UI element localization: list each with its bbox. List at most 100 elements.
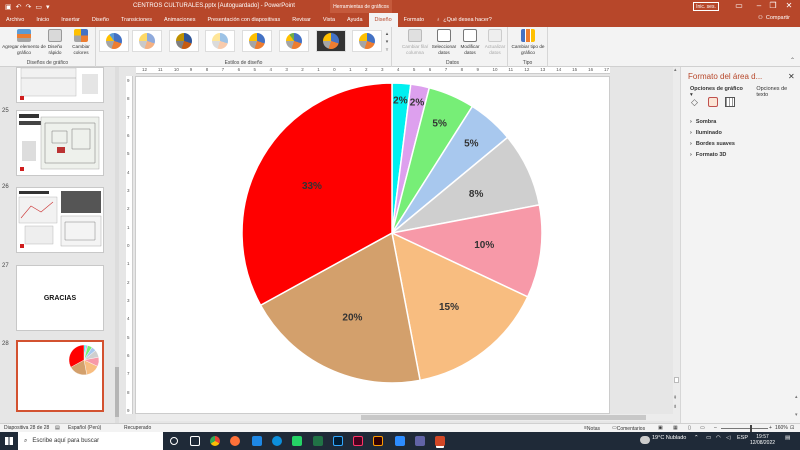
sign-in-button[interactable]: Inic. ses. [693, 2, 719, 11]
horizontal-scroll-thumb[interactable] [361, 415, 646, 420]
chrome-icon[interactable] [210, 436, 220, 446]
slide-thumbnail-25[interactable] [16, 110, 104, 176]
fit-slide-icon[interactable]: ⊡ [790, 425, 794, 431]
tab-revisar[interactable]: Revisar [286, 13, 317, 27]
vertical-scroll-thumb[interactable] [674, 377, 679, 383]
prev-slide-icon[interactable]: ⇞ [673, 395, 677, 401]
notes-button[interactable]: ≡ Notas [584, 425, 600, 432]
teams-icon[interactable] [415, 436, 425, 446]
photoshop-icon[interactable] [333, 436, 343, 446]
task-switcher-icon[interactable] [190, 436, 200, 446]
tab-chart-diseno[interactable]: Diseño [368, 13, 398, 27]
pie-slices[interactable] [241, 82, 543, 384]
tab-transiciones[interactable]: Transiciones [115, 13, 158, 27]
chart-style-5[interactable] [242, 30, 272, 52]
tray-chevron-icon[interactable]: ⌃ [694, 435, 699, 441]
tab-inicio[interactable]: Inicio [30, 13, 55, 27]
tab-chart-formato[interactable]: Formato [398, 13, 430, 27]
vertical-scrollbar[interactable]: ▴ ⇞ ⇟ [673, 67, 680, 423]
tab-archivo[interactable]: Archivo [0, 13, 30, 27]
indesign-icon[interactable] [353, 436, 363, 446]
zoom-in-icon[interactable]: + [769, 425, 772, 431]
volume-icon[interactable]: ◁ [726, 435, 730, 441]
illustrator-icon[interactable] [373, 436, 383, 446]
redo-icon[interactable]: ↷ [26, 3, 32, 11]
whatsapp-icon[interactable] [292, 436, 302, 446]
section-shadow[interactable]: › Sombra [690, 116, 735, 127]
app-icon-blue[interactable] [252, 436, 262, 446]
slideshow-icon[interactable]: ▭ [700, 425, 705, 431]
windows-start-icon[interactable] [5, 437, 13, 445]
tab-vista[interactable]: Vista [317, 13, 341, 27]
quick-layout-button[interactable]: Diseño rápido [44, 29, 66, 55]
normal-view-icon[interactable]: ▣ [658, 425, 663, 431]
language-indicator[interactable]: Español (Perú) [68, 425, 101, 431]
edge-icon[interactable] [272, 436, 282, 446]
add-chart-element-button[interactable]: Agregar elemento de gráfico [2, 29, 46, 55]
zoom-slider[interactable] [721, 428, 768, 429]
taskbar-search[interactable]: ⌕ Escribe aquí para buscar [18, 432, 163, 450]
zoom-level[interactable]: 160% [775, 425, 788, 431]
chart-style-7[interactable] [316, 30, 346, 52]
chart-style-2[interactable] [132, 30, 162, 52]
horizontal-scrollbar[interactable] [136, 414, 676, 421]
zoom-slider-knob[interactable] [750, 425, 752, 432]
chart-style-3[interactable] [169, 30, 199, 52]
firefox-icon[interactable] [230, 436, 240, 446]
share-button[interactable]: ⚇ Compartir [758, 15, 790, 21]
tab-presentacion[interactable]: Presentación con diapositivas [201, 13, 286, 27]
slide-thumbnail-27[interactable]: GRACIAS [16, 265, 104, 331]
pane-close-icon[interactable]: ✕ [788, 72, 795, 81]
thumbnail-scroll-thumb[interactable] [115, 367, 119, 417]
edit-data-button[interactable]: Modificar datos [457, 29, 483, 55]
fill-line-icon[interactable]: ◇ [691, 97, 701, 107]
spellcheck-icon[interactable]: ▤ [55, 425, 60, 431]
tab-text-options[interactable]: Opciones de texto [756, 86, 800, 98]
chart-style-4[interactable] [205, 30, 235, 52]
refresh-data-button[interactable]: Actualizar datos [482, 29, 508, 55]
scroll-up-icon[interactable]: ▴ [674, 67, 677, 73]
pane-scroll-down-icon[interactable]: ▾ [795, 412, 798, 418]
chart-style-1[interactable] [99, 30, 129, 52]
zoom-app-icon[interactable] [395, 436, 405, 446]
slide-thumbnail-28[interactable] [16, 340, 104, 412]
customize-qat-icon[interactable]: ▾ [46, 3, 50, 11]
tab-diseno[interactable]: Diseño [86, 13, 115, 27]
notifications-icon[interactable]: ▤ [785, 435, 790, 441]
weather-status[interactable]: 19°C Nublado [652, 435, 686, 441]
slide-sorter-icon[interactable]: ▦ [673, 425, 678, 431]
save-icon[interactable]: ▣ [5, 3, 12, 11]
ribbon-display-icon[interactable]: ▭ [728, 1, 750, 10]
tab-insertar[interactable]: Insertar [55, 13, 86, 27]
effects-icon[interactable] [708, 97, 718, 107]
present-icon[interactable]: ▭ [35, 3, 42, 11]
collapse-ribbon-icon[interactable]: ⌃ [790, 57, 795, 64]
language-indicator-taskbar[interactable]: ESP [737, 435, 748, 441]
excel-icon[interactable] [313, 436, 323, 446]
undo-icon[interactable]: ↶ [16, 3, 22, 11]
comments-button[interactable]: ▭ Comentarios [612, 425, 645, 432]
wifi-icon[interactable]: ◠ [716, 435, 721, 441]
pie-chart[interactable]: 2% 2% 5% 5% 8% 10% 15% 20% 33% [136, 77, 611, 415]
section-glow[interactable]: › Iluminado [690, 127, 735, 138]
taskbar-clock[interactable]: 19:57 12/08/2022 [750, 434, 775, 446]
reading-view-icon[interactable]: ▯ [688, 425, 691, 431]
section-soft-edges[interactable]: › Bordes suaves [690, 138, 735, 149]
size-properties-icon[interactable] [725, 97, 735, 107]
change-colors-button[interactable]: Cambiar colores [68, 29, 94, 55]
gallery-scroll[interactable]: ▴ ▾ ▿ [383, 30, 391, 54]
tell-me-search[interactable]: ♁ ¿Qué desea hacer? [436, 17, 492, 23]
select-data-button[interactable]: Seleccionar datos [430, 29, 458, 55]
task-view-icon[interactable] [170, 437, 178, 445]
chart-style-8[interactable] [352, 30, 382, 52]
section-3d-format[interactable]: › Formato 3D [690, 149, 735, 160]
close-icon[interactable]: ✕ [778, 1, 800, 10]
powerpoint-taskbar-icon[interactable] [435, 436, 445, 446]
switch-row-column-button[interactable]: Cambiar fila/ columna [399, 29, 431, 55]
slide-thumbnail-26[interactable] [16, 187, 104, 253]
next-slide-icon[interactable]: ⇟ [673, 404, 677, 410]
thumbnail-scrollbar[interactable] [115, 67, 119, 423]
chart-style-6[interactable] [279, 30, 309, 52]
network-icon[interactable]: ▭ [706, 435, 711, 441]
tab-ayuda[interactable]: Ayuda [341, 13, 369, 27]
